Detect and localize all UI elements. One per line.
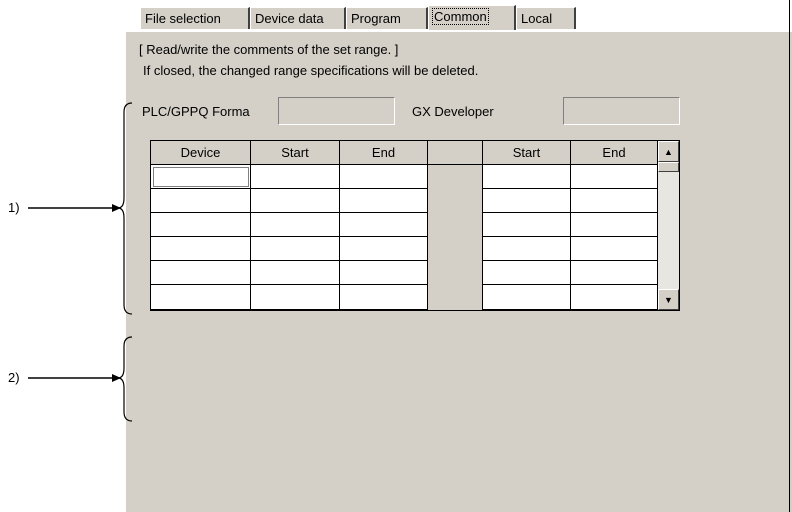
callout-graphics bbox=[28, 102, 133, 422]
callout-label-2: 2) bbox=[8, 370, 20, 385]
